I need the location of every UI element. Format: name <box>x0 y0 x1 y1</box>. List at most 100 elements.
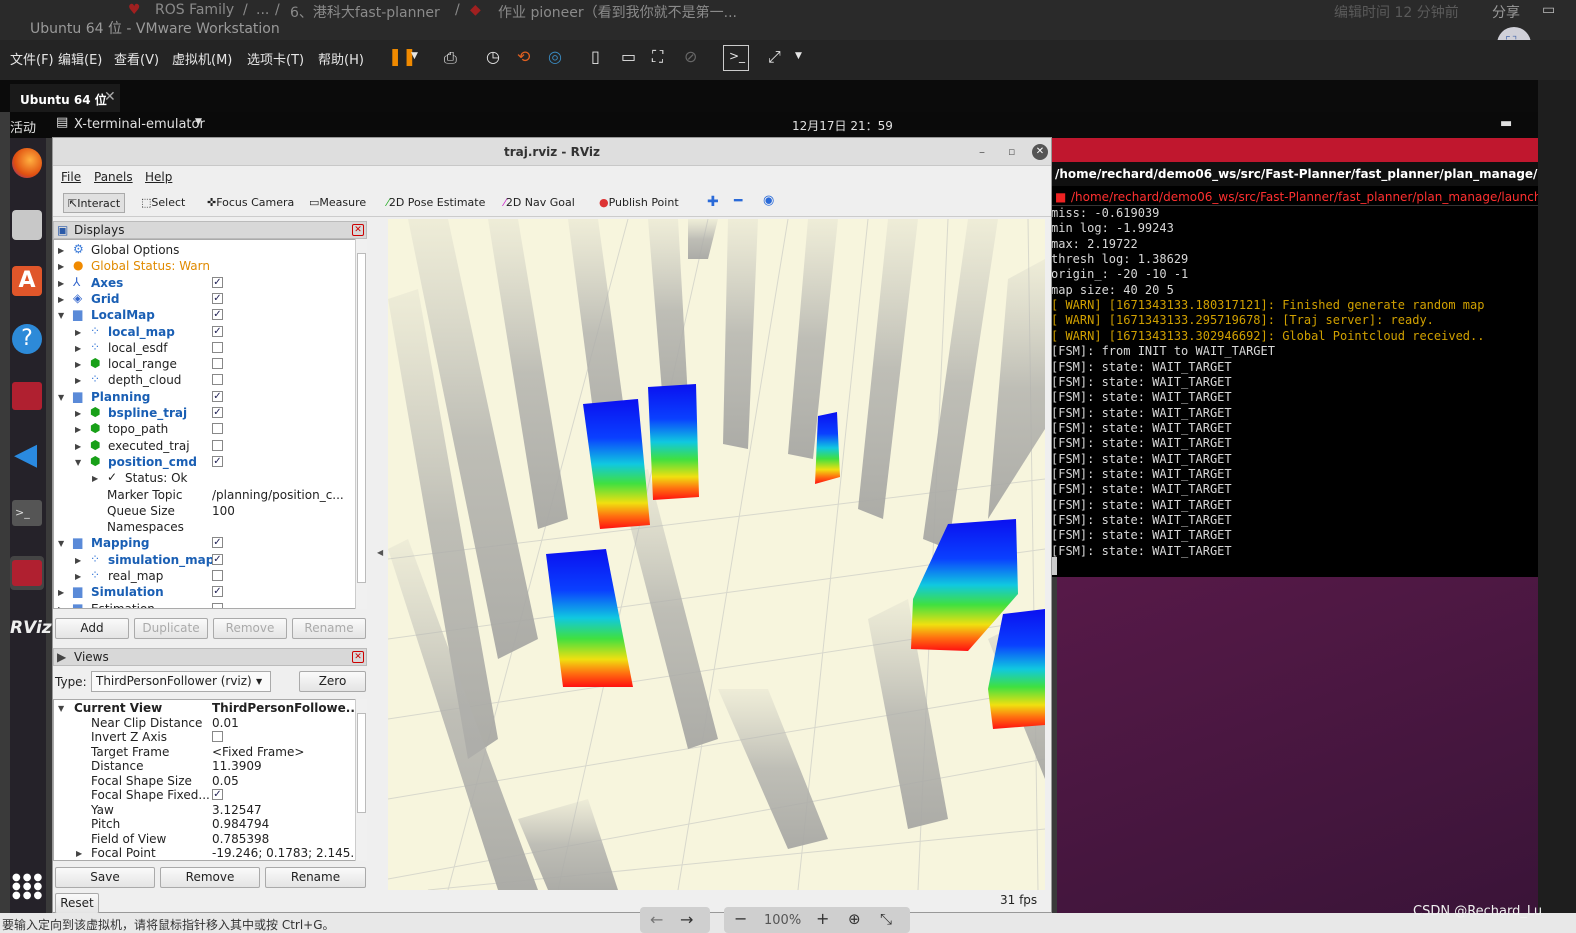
add-tool-icon[interactable]: ✚ <box>707 194 719 210</box>
rename-view-button[interactable]: Rename <box>265 867 366 888</box>
forward-arrow-icon[interactable]: → <box>680 910 693 929</box>
view-property-row[interactable]: Invert Z Axis <box>54 730 354 745</box>
zero-view-button[interactable]: Zero <box>299 671 366 692</box>
display-row[interactable]: ▶ ▆ Estimation <box>54 601 354 608</box>
zoom-in-icon[interactable]: + <box>816 909 829 928</box>
display-row[interactable]: ▶ ⬢ bspline_traj ✓ <box>54 405 354 421</box>
enable-checkbox[interactable] <box>212 602 223 608</box>
fullscreen-icon[interactable]: ⛶ <box>652 47 663 67</box>
enable-checkbox[interactable]: ✓ <box>212 553 223 565</box>
tool-properties-icon[interactable]: ◉ <box>763 193 774 208</box>
tool-2d-nav-goal[interactable]: ⁄2D Nav Goal <box>500 193 579 213</box>
expand-arrow-icon[interactable]: ▼ <box>58 390 64 406</box>
display-value[interactable]: 100 <box>212 503 235 519</box>
zoom-reset-icon[interactable]: ⊕ <box>848 910 861 928</box>
enable-checkbox[interactable] <box>212 341 223 353</box>
minimize-icon[interactable]: – <box>979 138 985 166</box>
display-row[interactable]: ▼ ▆ Mapping ✓ <box>54 535 354 551</box>
view-property-row[interactable]: Pitch 0.984794 <box>54 817 354 832</box>
view-property-row[interactable]: ▶ Focal Point -19.246; 0.1783; 2.145... <box>54 846 362 860</box>
display-row[interactable]: ▶ ⁘ local_map ✓ <box>54 324 354 340</box>
chevron-down-icon[interactable]: ▼ <box>795 51 802 61</box>
enable-checkbox[interactable] <box>212 374 223 386</box>
close-icon[interactable]: ✕ <box>104 89 116 105</box>
app-grid-icon[interactable]: ●●● ●●● ●●● <box>12 873 42 901</box>
scroll-thumb[interactable] <box>357 253 366 583</box>
expand-arrow-icon[interactable]: ▶ <box>75 357 81 373</box>
view-property-value[interactable]: ThirdPersonFollowe... <box>212 701 359 715</box>
tool-2d-pose-estimate[interactable]: ⁄2D Pose Estimate <box>383 193 489 213</box>
view-property-row[interactable]: Focal Shape Fixed... ✓ <box>54 788 354 803</box>
view-type-select[interactable]: ThirdPersonFollower (rviz) ▼ <box>91 671 271 692</box>
expand-arrow-icon[interactable]: ▶ <box>58 243 64 259</box>
enable-checkbox[interactable]: ✓ <box>212 586 223 598</box>
terminal-icon[interactable]: >_ <box>12 500 42 526</box>
thumbnail-icon[interactable]: ▭ <box>621 47 636 66</box>
view-property-value[interactable]: 0.01 <box>212 716 239 730</box>
expand-arrow-icon[interactable]: ▶ <box>75 341 81 357</box>
view-property-value[interactable]: -19.246; 0.1783; 2.145... <box>212 846 362 860</box>
tool-select[interactable]: ⬚Select <box>137 193 189 213</box>
revert-snapshot-icon[interactable]: ⟲ <box>517 47 530 66</box>
terminal-window[interactable]: /home/rechard/demo06_ws/src/Fast-Planner… <box>1051 162 1538 577</box>
stretch-icon[interactable]: ⤢ <box>768 47 781 67</box>
share-link[interactable]: 分享 <box>1492 2 1520 22</box>
snapshot-manager-icon[interactable]: ◎ <box>548 47 562 66</box>
add-display-button[interactable]: Add <box>55 618 129 639</box>
remove-tool-icon[interactable]: ━ <box>734 193 742 209</box>
chevron-down-icon[interactable]: ▼ <box>411 51 418 61</box>
display-row[interactable]: ▶ ⁘ real_map <box>54 568 354 584</box>
enable-checkbox[interactable] <box>212 358 223 370</box>
display-row[interactable]: ▼ ▆ LocalMap ✓ <box>54 307 354 323</box>
view-property-row[interactable]: Focal Shape Size 0.05 <box>54 774 354 789</box>
enable-checkbox[interactable]: ✓ <box>212 276 223 288</box>
menu-view[interactable]: 查看(V) <box>114 49 159 68</box>
menu-file[interactable]: 文件(F) <box>10 49 54 68</box>
enable-checkbox[interactable]: ✓ <box>212 407 223 418</box>
enable-checkbox[interactable] <box>212 439 223 451</box>
expand-arrow-icon[interactable]: ▶ <box>58 585 64 601</box>
display-row[interactable]: ▶ ◈ Grid ✓ <box>54 291 354 307</box>
enable-checkbox[interactable] <box>212 423 223 435</box>
expand-arrow-icon[interactable]: ▼ <box>58 536 64 552</box>
close-icon[interactable]: ✕ <box>1032 144 1048 160</box>
view-property-row[interactable]: Distance 11.3909 <box>54 759 354 774</box>
app-icon[interactable] <box>12 382 42 410</box>
display-value[interactable]: /planning/position_c... <box>212 487 344 503</box>
activities-button[interactable]: 活动 <box>10 117 36 136</box>
back-arrow-icon[interactable]: ← <box>650 910 663 929</box>
view-property-row[interactable]: Field of View 0.785398 <box>54 832 354 847</box>
sidebar-toggle-icon[interactable]: ▯ <box>591 47 600 66</box>
tool-publish-point[interactable]: ●Publish Point <box>595 193 683 213</box>
view-property-value[interactable]: 3.12547 <box>212 803 262 817</box>
display-row[interactable]: ▶ ⬢ executed_traj <box>54 438 354 454</box>
menu-tabs[interactable]: 选项卡(T) <box>247 49 304 68</box>
enable-checkbox[interactable]: ✓ <box>212 309 223 321</box>
enable-checkbox[interactable]: ✓ <box>212 292 223 304</box>
property-checkbox[interactable]: ✓ <box>212 789 223 800</box>
tool-measure[interactable]: ▭Measure <box>305 193 370 213</box>
displays-scrollbar[interactable] <box>355 239 367 609</box>
remove-display-button[interactable]: Remove <box>213 618 287 639</box>
menu-vm[interactable]: 虚拟机(M) <box>172 49 232 68</box>
display-row[interactable]: ▶ ▆ Simulation ✓ <box>54 584 354 600</box>
view-property-row[interactable]: ▼ Current View ThirdPersonFollowe... <box>54 701 359 716</box>
vscode-icon[interactable]: ◀ <box>14 438 40 472</box>
expand-arrow-icon[interactable]: ▼ <box>58 308 64 324</box>
expand-arrow-icon[interactable]: ▶ <box>75 422 81 438</box>
system-tray-icon[interactable]: ▬ <box>1500 116 1512 131</box>
app-menu[interactable]: X-terminal-emulator <box>74 117 205 132</box>
rviz-icon[interactable]: RViz <box>10 618 52 638</box>
maximize-icon[interactable]: ▫ <box>1008 138 1015 166</box>
display-row[interactable]: ▼ ⬢ position_cmd ✓ <box>54 454 354 470</box>
fit-icon[interactable]: ⤡ <box>880 910 892 928</box>
display-row[interactable]: ▶ ⬢ local_range <box>54 356 354 372</box>
enable-checkbox[interactable]: ✓ <box>212 455 223 467</box>
display-row[interactable]: ▶ ⁘ local_esdf <box>54 340 354 356</box>
display-row[interactable]: ▶ ⅄ Axes ✓ <box>54 275 354 291</box>
files-icon[interactable] <box>12 210 42 240</box>
snapshot-icon[interactable]: ◷ <box>486 47 500 66</box>
tool-focus-camera[interactable]: ✜Focus Camera <box>203 193 298 213</box>
view-property-row[interactable]: Near Clip Distance 0.01 <box>54 716 354 731</box>
close-panel-icon[interactable]: ✕ <box>352 651 364 663</box>
